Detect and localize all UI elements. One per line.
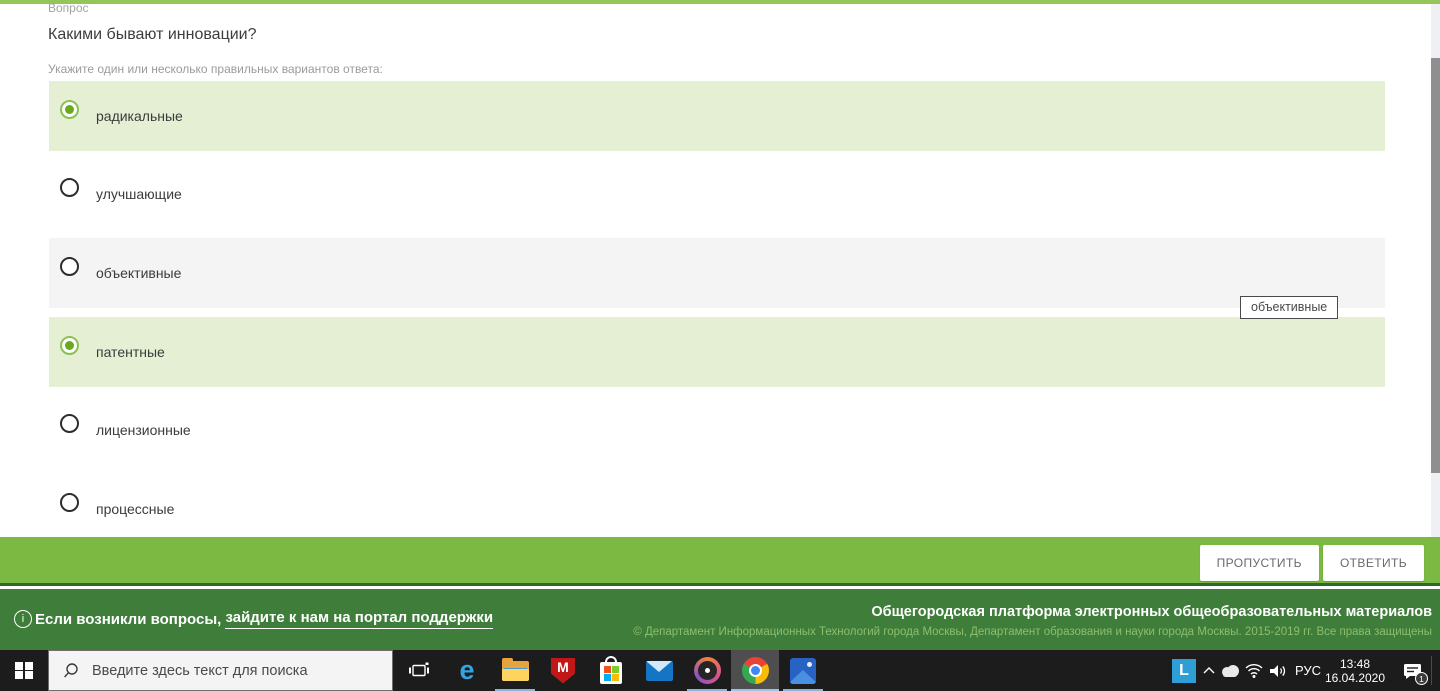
tray-hidden-icons-button[interactable]	[1200, 650, 1218, 691]
question-instruction: Укажите один или несколько правильных ва…	[48, 62, 383, 76]
option-label: улучшающие	[96, 186, 182, 202]
mail-icon	[645, 660, 673, 681]
taskbar-app-chrome[interactable]	[731, 650, 779, 691]
quiz-question-panel: Вопрос Какими бывают инновации? Укажите …	[0, 0, 1440, 537]
taskbar-app-edge[interactable]: e	[443, 650, 491, 691]
hover-tooltip: объективные	[1240, 296, 1339, 319]
copyright-text: © Департамент Информационных Технологий …	[633, 626, 1432, 638]
tray-date: 16.04.2020	[1324, 670, 1386, 685]
skip-button[interactable]: ПРОПУСТИТЬ	[1199, 545, 1319, 581]
radio-selected-icon[interactable]	[60, 335, 79, 355]
radio-unselected-icon[interactable]	[60, 177, 79, 197]
groove-music-icon	[693, 657, 721, 684]
radio-unselected-icon[interactable]	[60, 256, 79, 276]
wifi-icon	[1245, 663, 1262, 678]
site-footer: i Если возникли вопросы, зайдите к нам на…	[0, 589, 1440, 650]
taskbar-app-file-explorer[interactable]	[491, 650, 539, 691]
taskbar-app-mcafee[interactable]: M	[539, 650, 587, 691]
action-center-button[interactable]: 1	[1396, 650, 1430, 691]
photos-icon	[790, 657, 816, 684]
mcafee-icon: M	[551, 657, 575, 684]
option-label: радикальные	[96, 108, 183, 124]
tray-clock[interactable]: 13:48 16.04.2020	[1324, 650, 1386, 691]
option-label: лицензионные	[96, 422, 191, 438]
option-label: процессные	[96, 501, 175, 517]
question-text: Какими бывают инновации?	[48, 26, 257, 43]
system-tray: L РУС 13:48 16.04.2020 1	[1168, 650, 1430, 691]
radio-unselected-icon[interactable]	[60, 492, 79, 512]
task-view-button[interactable]	[395, 650, 443, 691]
notification-count-badge: 1	[1415, 672, 1428, 685]
info-icon: i	[14, 610, 32, 628]
start-button[interactable]	[0, 650, 48, 691]
option-label: объективные	[96, 265, 182, 281]
file-explorer-icon	[501, 657, 529, 681]
taskbar-app-photos[interactable]	[779, 650, 827, 691]
support-portal-link[interactable]: зайдите к нам на портал поддержки	[225, 609, 494, 629]
task-view-icon	[409, 662, 429, 677]
tray-volume[interactable]	[1265, 650, 1290, 691]
tray-onedrive[interactable]	[1218, 650, 1242, 691]
scrollbar-thumb[interactable]	[1431, 58, 1440, 473]
support-text: Если возникли вопросы,	[35, 610, 222, 628]
taskbar-app-mail[interactable]	[635, 650, 683, 691]
answer-option-litsenzionnye[interactable]: лицензионные	[49, 395, 1385, 465]
microsoft-store-icon	[600, 656, 622, 684]
chrome-icon	[741, 657, 769, 684]
speaker-icon	[1269, 664, 1285, 677]
taskbar-app-microsoft-store[interactable]	[587, 650, 635, 691]
screen: Вопрос Какими бывают инновации? Укажите …	[0, 0, 1440, 691]
option-label: патентные	[96, 344, 165, 360]
edge-icon: e	[459, 655, 475, 685]
windows-taskbar: e M	[0, 650, 1440, 691]
vertical-scrollbar[interactable]	[1431, 4, 1440, 537]
radio-selected-icon[interactable]	[60, 99, 79, 119]
radio-unselected-icon[interactable]	[60, 413, 79, 433]
answer-option-uluchshayushchie[interactable]: улучшающие	[49, 159, 1385, 229]
answer-option-patentnye[interactable]: патентные	[49, 317, 1385, 387]
tray-language-indicator[interactable]: РУС	[1290, 650, 1326, 691]
search-input[interactable]	[92, 662, 382, 679]
answer-button[interactable]: ОТВЕТИТЬ	[1322, 545, 1424, 581]
answer-option-obektivnye[interactable]: объективные	[49, 238, 1385, 308]
chevron-up-icon	[1203, 667, 1215, 674]
windows-logo-icon	[15, 661, 33, 680]
taskbar-search[interactable]	[48, 650, 393, 691]
answer-option-radikalnye[interactable]: радикальные	[49, 81, 1385, 151]
tray-network[interactable]	[1242, 650, 1265, 691]
answer-option-protsessnye[interactable]: процессные	[49, 474, 1385, 537]
search-icon	[64, 662, 78, 677]
show-desktop-button[interactable]	[1432, 650, 1440, 691]
tray-time: 13:48	[1339, 656, 1371, 671]
support-line: i Если возникли вопросы, зайдите к нам на…	[14, 609, 494, 629]
l-app-icon: L	[1172, 658, 1196, 683]
top-accent-strip	[0, 0, 1440, 4]
cloud-icon	[1222, 664, 1239, 677]
quiz-action-bar: ПРОПУСТИТЬ ОТВЕТИТЬ	[0, 537, 1440, 586]
taskbar-app-groove-music[interactable]	[683, 650, 731, 691]
tray-app-l[interactable]: L	[1168, 650, 1200, 691]
platform-title: Общегородская платформа электронных обще…	[871, 604, 1432, 620]
